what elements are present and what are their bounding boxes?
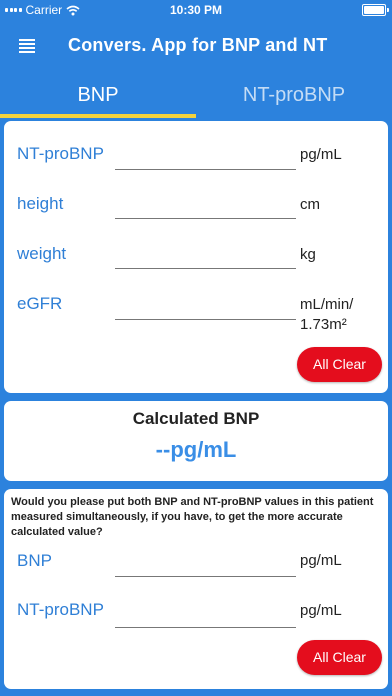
active-tab-indicator: [0, 114, 196, 118]
nt-probnp-label: NT-proBNP: [17, 144, 104, 163]
measured-nt-probnp-unit: pg/mL: [300, 602, 342, 619]
input-card: NT-proBNP pg/mL height cm weight kg eGFR…: [4, 121, 388, 393]
egfr-unit-line1: mL/min/: [300, 296, 354, 313]
measured-nt-probnp-label: NT-proBNP: [17, 600, 104, 619]
measured-card: Would you please put both BNP and NT-pro…: [4, 489, 388, 689]
app-title: Convers. App for BNP and NT: [68, 35, 328, 55]
hamburger-menu-icon[interactable]: [19, 39, 35, 53]
egfr-unit-line2: 1.73m²: [300, 316, 347, 333]
status-bar: Carrier 10:30 PM: [0, 0, 392, 20]
weight-unit: kg: [300, 246, 316, 263]
egfr-label: eGFR: [17, 294, 63, 313]
measured-nt-probnp-input[interactable]: [115, 627, 296, 628]
nt-probnp-unit: pg/mL: [300, 146, 342, 163]
result-card: Calculated BNP --pg/mL: [4, 401, 388, 481]
measured-all-clear-button[interactable]: All Clear: [297, 640, 382, 675]
result-title: Calculated BNP: [132, 409, 260, 428]
result-value: --pg/mL: [155, 437, 237, 462]
bnp-unit: pg/mL: [300, 552, 342, 569]
instruction-text: Would you please put both BNP and NT-pro…: [11, 496, 374, 538]
nt-probnp-input[interactable]: [115, 169, 296, 170]
tab-nt-probnp[interactable]: NT-proBNP: [196, 72, 392, 118]
height-label: height: [17, 194, 64, 213]
tab-bnp[interactable]: BNP: [0, 72, 196, 118]
height-input[interactable]: [115, 218, 296, 219]
bnp-label: BNP: [17, 551, 52, 570]
weight-input[interactable]: [115, 268, 296, 269]
egfr-input[interactable]: [115, 319, 296, 320]
height-unit: cm: [300, 196, 320, 213]
app-bar: Convers. App for BNP and NT: [0, 20, 392, 72]
all-clear-button[interactable]: All Clear: [297, 347, 382, 382]
tab-bar: BNP NT-proBNP: [0, 72, 392, 118]
weight-label: weight: [17, 244, 67, 263]
status-time: 10:30 PM: [169, 3, 223, 17]
bnp-input[interactable]: [115, 576, 296, 577]
battery-icon: [362, 4, 389, 16]
